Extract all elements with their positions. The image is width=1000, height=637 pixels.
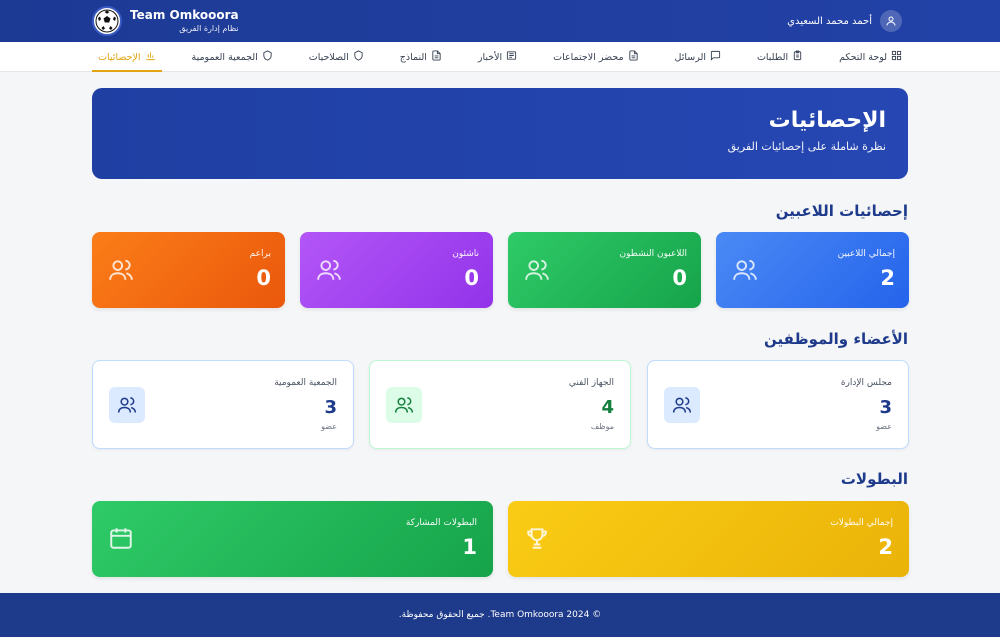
nav-item-label: الجمعية العمومية <box>191 51 258 63</box>
tournament-label: البطولات المشاركة <box>405 518 477 528</box>
member-value: 4 <box>601 397 614 418</box>
nav-item-forms[interactable]: النماذج <box>394 42 448 72</box>
member-unit: عضو <box>321 422 337 431</box>
member-unit: موظف <box>590 422 614 431</box>
shield-icon <box>262 50 273 64</box>
tournament-label: إجمالي البطولات <box>830 518 893 528</box>
message-icon <box>710 50 721 64</box>
stat-value: 0 <box>464 266 479 290</box>
member-unit: عضو <box>876 422 892 431</box>
tournament-card-total: إجمالي البطولات 2 <box>508 501 909 577</box>
nav-item-label: النماذج <box>399 51 427 63</box>
users-icon <box>525 259 549 280</box>
nav-item-label: لوحة التحكم <box>839 51 887 63</box>
brand[interactable]: Team Omkooora نظام إدارة الفريق <box>92 6 239 36</box>
copyright-text: © Team Omkooora 2024. جميع الحقوق محفوظة… <box>398 610 602 620</box>
stat-label: إجمالي اللاعبين <box>837 249 895 259</box>
tournament-value: 1 <box>462 535 477 559</box>
calendar-icon <box>110 528 132 549</box>
user-menu[interactable]: أحمد محمد السعيدي <box>787 10 902 32</box>
nav-item-messages[interactable]: الرسائل <box>669 42 727 72</box>
nav-item-label: الصلاحيات <box>308 51 349 63</box>
member-value: 3 <box>324 397 337 418</box>
users-icon <box>317 259 341 280</box>
shield-icon <box>353 50 364 64</box>
stat-card-cubs: براعم 0 <box>92 232 285 308</box>
users-icon <box>386 387 422 423</box>
main-nav: لوحة التحكم الطلبات الرسائل محضر الاجتما… <box>0 42 1000 72</box>
users-icon <box>109 387 145 423</box>
document-icon <box>628 50 639 64</box>
nav-item-label: الإحصائيات <box>98 51 141 63</box>
member-label: الجمعية العمومية <box>274 378 337 388</box>
stat-card-active-players: اللاعبون النشطون 0 <box>508 232 701 308</box>
tournament-value: 2 <box>878 535 893 559</box>
trophy-icon <box>527 528 547 549</box>
nav-item-label: الرسائل <box>674 51 706 63</box>
member-label: مجلس الإدارة <box>840 378 892 388</box>
nav-item-requests[interactable]: الطلبات <box>751 42 809 72</box>
nav-item-meeting-minutes[interactable]: محضر الاجتماعات <box>547 42 644 72</box>
section-title-members: الأعضاء والموظفين <box>764 330 908 348</box>
brand-subtitle: نظام إدارة الفريق <box>179 24 239 33</box>
stat-card-juniors: ناشئون 0 <box>300 232 493 308</box>
nav-item-label: الطلبات <box>756 51 789 63</box>
nav-item-general-assembly[interactable]: الجمعية العمومية <box>185 42 278 72</box>
stat-value: 2 <box>880 266 895 290</box>
section-title-tournaments: البطولات <box>840 470 908 488</box>
grid-icon <box>891 50 902 64</box>
nav-item-statistics[interactable]: الإحصائيات <box>92 42 162 72</box>
member-card-technical-staff: الجهاز الفني 4 موظف <box>369 360 631 449</box>
nav-item-dashboard[interactable]: لوحة التحكم <box>833 42 908 72</box>
document-icon <box>431 50 442 64</box>
page-title: الإحصائيات <box>768 108 886 133</box>
section-title-players: إحصائيات اللاعبين <box>775 202 908 220</box>
stat-value: 0 <box>672 266 687 290</box>
nav-item-label: محضر الاجتماعات <box>553 51 624 63</box>
page-hero: الإحصائيات نظرة شاملة على إحصائيات الفري… <box>92 88 908 179</box>
top-header: Team Omkooora نظام إدارة الفريق أحمد محم… <box>0 0 1000 42</box>
users-icon <box>109 259 133 280</box>
nav-item-news[interactable]: الأخبار <box>472 42 523 72</box>
brand-name: Team Omkooora <box>130 8 239 22</box>
clipboard-icon <box>792 50 803 64</box>
tournament-card-participating: البطولات المشاركة 1 <box>92 501 493 577</box>
member-card-board: مجلس الإدارة 3 عضو <box>647 360 909 449</box>
stat-label: اللاعبون النشطون <box>619 249 687 259</box>
member-label: الجهاز الفني <box>568 378 614 388</box>
stat-card-total-players: إجمالي اللاعبين 2 <box>716 232 909 308</box>
users-icon <box>664 387 700 423</box>
stat-label: ناشئون <box>452 249 479 259</box>
member-value: 3 <box>879 397 892 418</box>
user-name: أحمد محمد السعيدي <box>787 15 872 27</box>
soccer-ball-icon <box>92 6 122 36</box>
nav-item-label: الأخبار <box>477 51 503 63</box>
nav-item-permissions[interactable]: الصلاحيات <box>303 42 370 72</box>
stat-label: براعم <box>249 249 271 259</box>
stat-value: 0 <box>256 266 271 290</box>
member-card-general-assembly: الجمعية العمومية 3 عضو <box>92 360 354 449</box>
newspaper-icon <box>506 50 517 64</box>
bar-chart-icon <box>145 50 156 64</box>
footer: © Team Omkooora 2024. جميع الحقوق محفوظة… <box>0 593 1000 637</box>
page-subtitle: نظرة شاملة على إحصائيات الفريق <box>727 140 886 153</box>
user-icon <box>880 10 902 32</box>
users-icon <box>733 259 757 280</box>
